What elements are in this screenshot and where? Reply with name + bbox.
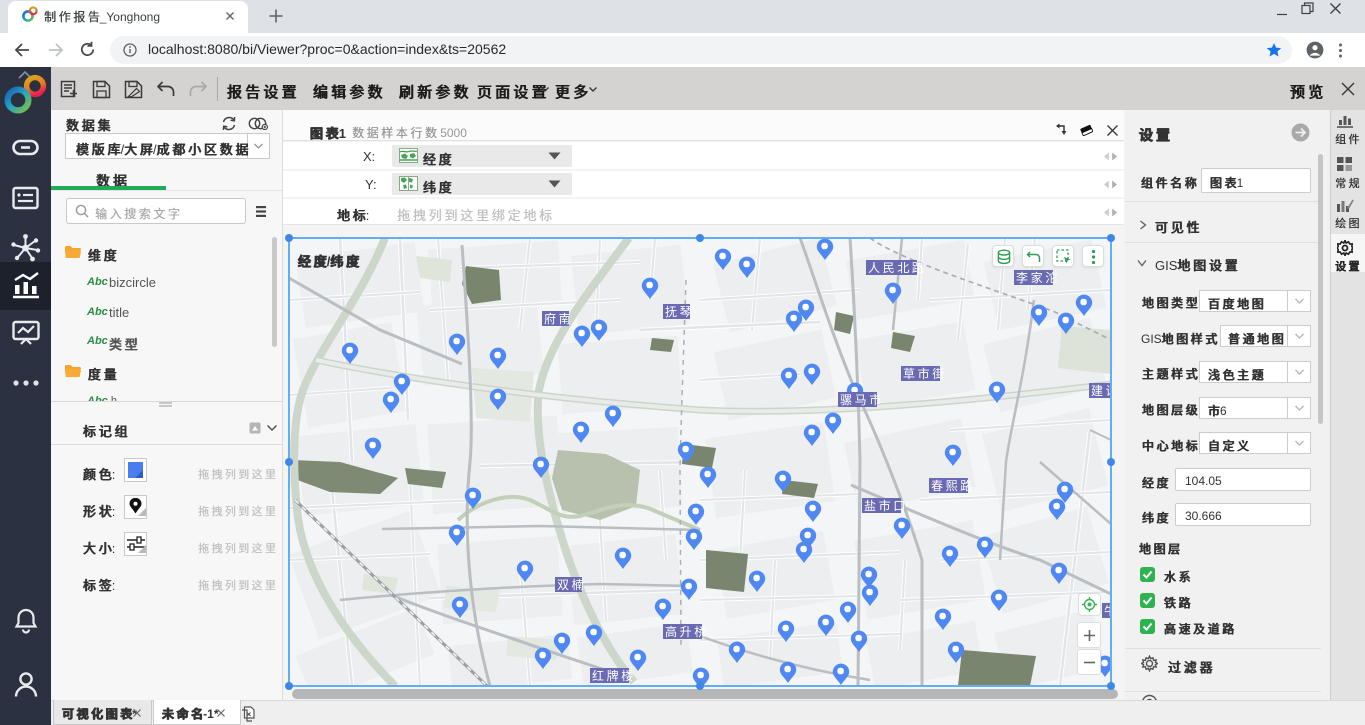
svg-text:抚琴: 抚琴 [665,305,694,319]
svg-text:人民北路: 人民北路 [868,260,926,275]
svg-text:李家沱: 李家沱 [1016,270,1060,285]
svg-text:骡马市: 骡马市 [840,392,884,407]
svg-text:盐市口: 盐市口 [864,498,908,513]
svg-text:红牌楼: 红牌楼 [592,668,636,683]
svg-text:双楠: 双楠 [557,577,586,592]
svg-text:建设路: 建设路 [1091,383,1111,398]
svg-text:春熙路: 春熙路 [931,478,975,493]
svg-text:牛王庙: 牛王庙 [1104,603,1111,618]
svg-text:草市街: 草市街 [903,366,947,381]
svg-text:高升桥: 高升桥 [665,624,709,639]
svg-text:府南: 府南 [544,311,573,326]
